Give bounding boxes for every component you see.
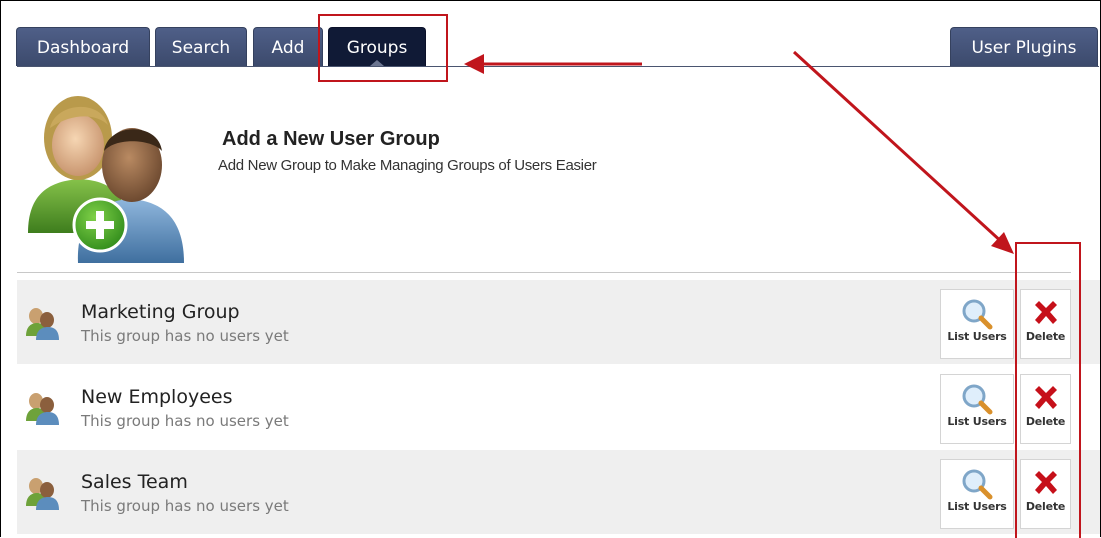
list-users-label: List Users: [947, 500, 1007, 513]
page-subtitle: Add New Group to Make Managing Groups of…: [218, 157, 597, 174]
group-description: This group has no users yet: [81, 412, 289, 430]
delete-label: Delete: [1025, 500, 1066, 513]
delete-button[interactable]: Delete: [1020, 289, 1071, 359]
delete-x-icon: [1034, 386, 1057, 409]
tab-groups-label: Groups: [346, 38, 408, 58]
group-name[interactable]: Sales Team: [81, 471, 188, 493]
group-row: Marketing Group This group has no users …: [17, 280, 1100, 364]
list-users-label: List Users: [947, 330, 1007, 343]
section-divider: [17, 272, 1071, 273]
group-icon: [26, 393, 59, 425]
magnifier-icon: [962, 384, 993, 415]
delete-x-icon: [1034, 301, 1057, 324]
delete-button[interactable]: Delete: [1020, 374, 1071, 444]
add-user-group-icon[interactable]: [20, 93, 192, 263]
delete-label: Delete: [1025, 330, 1066, 343]
tab-dashboard[interactable]: Dashboard: [16, 27, 150, 66]
group-row: New Employees This group has no users ye…: [17, 365, 1100, 449]
list-users-label: List Users: [947, 415, 1007, 428]
tab-add[interactable]: Add: [253, 27, 323, 66]
page-title: Add a New User Group: [222, 128, 440, 150]
delete-x-icon: [1034, 471, 1057, 494]
delete-label: Delete: [1025, 415, 1066, 428]
tab-groups[interactable]: Groups: [328, 27, 426, 66]
group-description: This group has no users yet: [81, 497, 289, 515]
magnifier-icon: [962, 299, 993, 330]
group-icon: [26, 478, 59, 510]
group-description: This group has no users yet: [81, 327, 289, 345]
list-users-button[interactable]: List Users: [940, 459, 1014, 529]
tab-search[interactable]: Search: [155, 27, 247, 66]
list-users-button[interactable]: List Users: [940, 374, 1014, 444]
group-icon: [26, 308, 59, 340]
list-users-button[interactable]: List Users: [940, 289, 1014, 359]
magnifier-icon: [962, 469, 993, 500]
group-name[interactable]: Marketing Group: [81, 301, 240, 323]
delete-button[interactable]: Delete: [1020, 459, 1071, 529]
group-row: Sales Team This group has no users yet L…: [17, 450, 1100, 534]
active-tab-indicator: [370, 60, 384, 66]
group-name[interactable]: New Employees: [81, 386, 232, 408]
tab-user-plugins[interactable]: User Plugins: [950, 27, 1098, 66]
